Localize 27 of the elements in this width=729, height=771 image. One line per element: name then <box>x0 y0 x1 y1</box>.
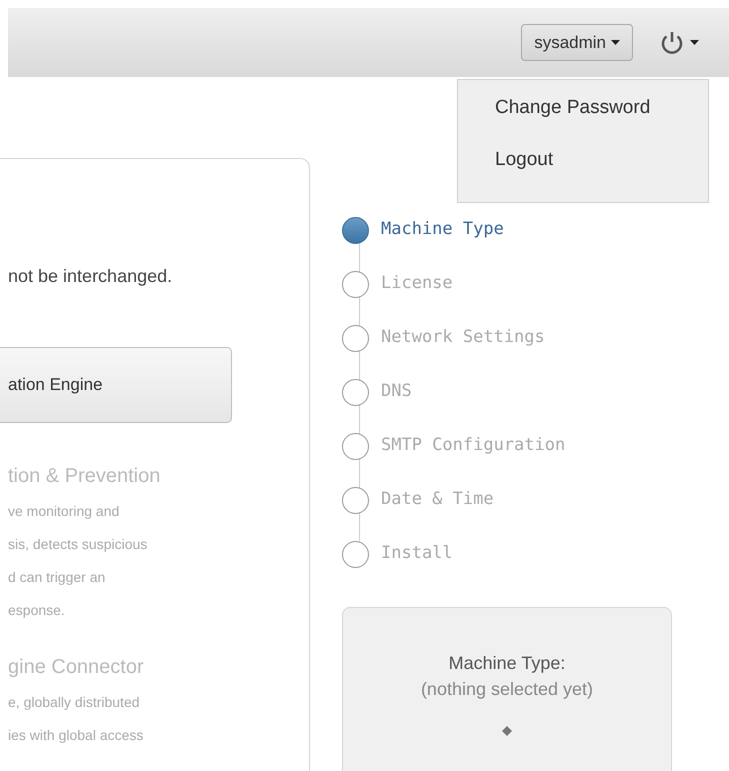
user-menu-button[interactable]: sysadmin <box>521 24 633 61</box>
option-description-line: esponse. <box>8 601 66 620</box>
step-label[interactable]: DNS <box>381 379 412 405</box>
option-description-line: e, globally distributed <box>8 693 141 712</box>
summary-title: Machine Type: <box>448 652 566 675</box>
engine-button[interactable]: ation Engine <box>0 347 232 423</box>
option-description-line: ies with global access <box>8 726 144 745</box>
diamond-icon <box>502 726 512 736</box>
menu-item[interactable]: Change Password <box>458 96 708 120</box>
option-description-line: d can trigger an <box>8 568 106 587</box>
step-label[interactable]: Network Settings <box>381 325 545 351</box>
option-description-line: ve monitoring and <box>8 502 120 521</box>
option-title: gine Connector <box>8 655 145 680</box>
notice-text: not be interchanged. <box>8 265 174 288</box>
step-label[interactable]: Machine Type <box>381 217 504 243</box>
caret-icon <box>611 40 620 45</box>
power-icon <box>659 30 685 56</box>
summary-value: (nothing selected yet) <box>420 678 594 701</box>
power-menu-button[interactable] <box>659 30 699 56</box>
step-label[interactable]: Install <box>381 541 453 567</box>
option-description-line: sis, detects suspicious <box>8 535 148 554</box>
step-label[interactable]: SMTP Configuration <box>381 433 566 459</box>
menu-item[interactable]: Logout <box>458 148 708 172</box>
step-label[interactable]: License <box>381 271 453 297</box>
step-label[interactable]: Date & Time <box>381 487 494 513</box>
option-title: tion & Prevention <box>8 464 162 489</box>
caret-icon <box>690 40 699 45</box>
